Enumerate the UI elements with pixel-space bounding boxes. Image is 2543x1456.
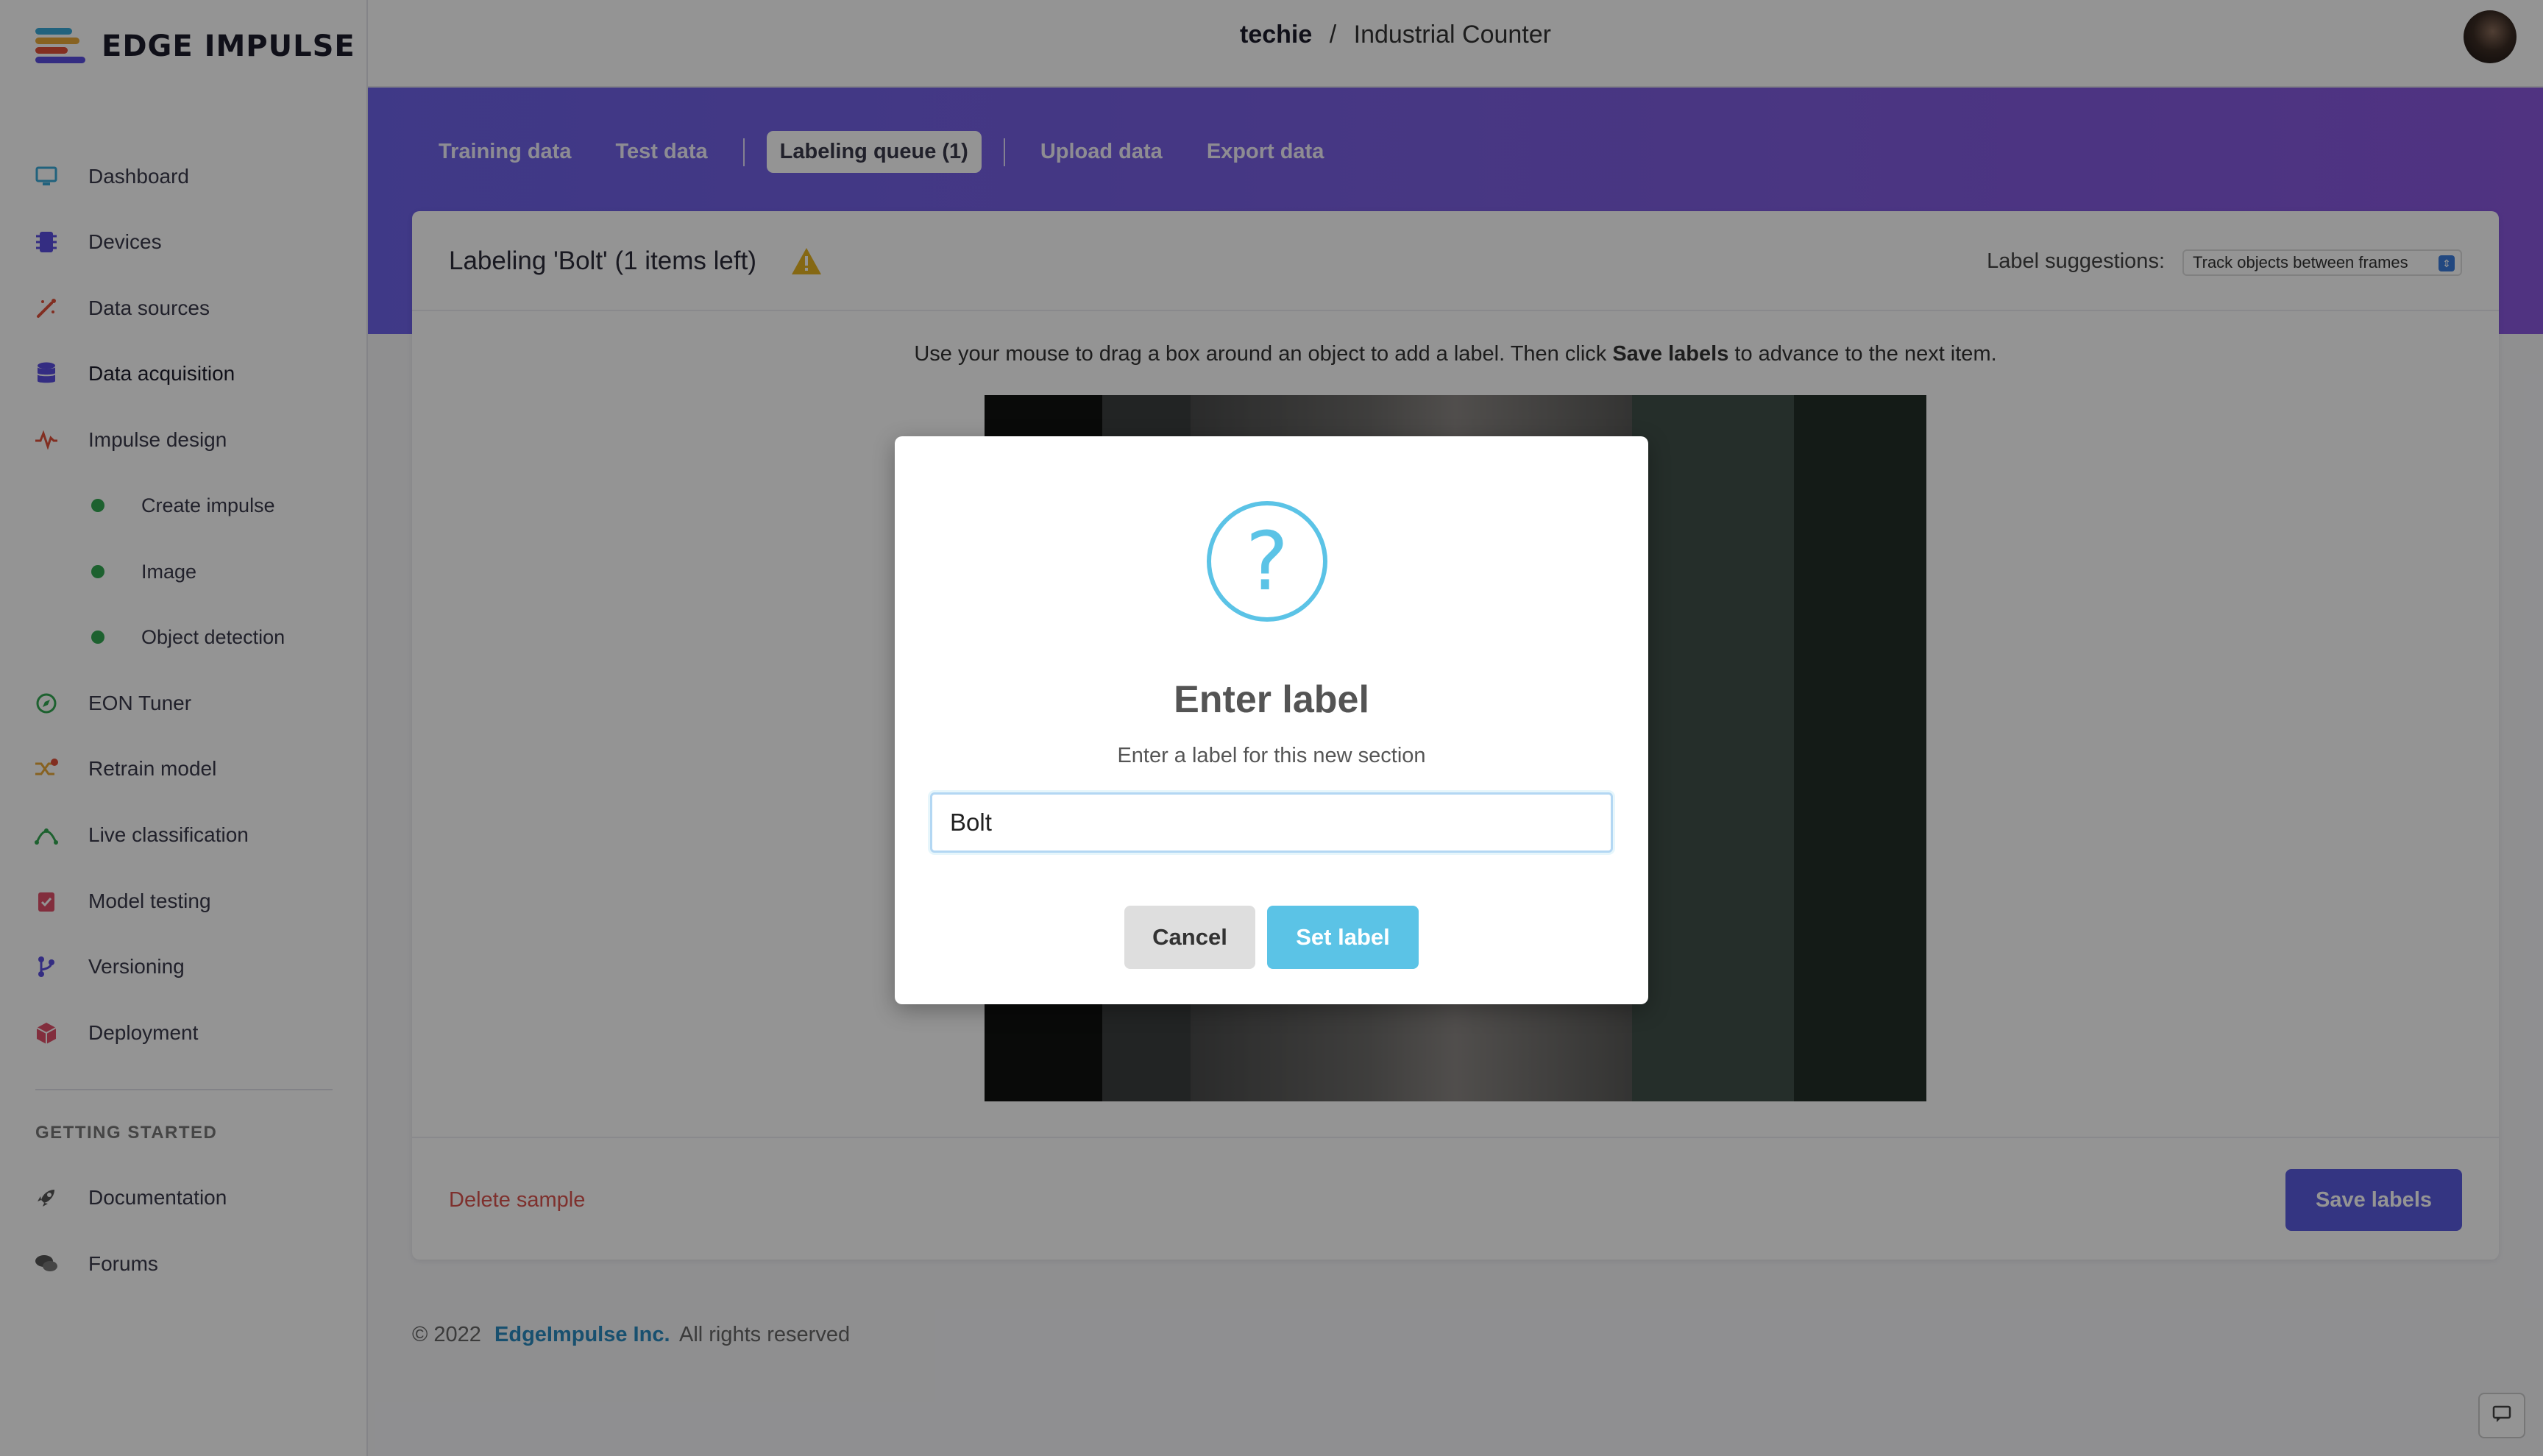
cancel-button[interactable]: Cancel: [1124, 906, 1255, 969]
set-label-button[interactable]: Set label: [1267, 906, 1419, 969]
question-icon: ?: [1207, 501, 1327, 622]
dialog-subtitle: Enter a label for this new section: [1117, 744, 1426, 767]
enter-label-dialog: ? Enter label Enter a label for this new…: [895, 436, 1648, 1004]
label-input[interactable]: [930, 792, 1613, 853]
dialog-title: Enter label: [1174, 678, 1369, 721]
